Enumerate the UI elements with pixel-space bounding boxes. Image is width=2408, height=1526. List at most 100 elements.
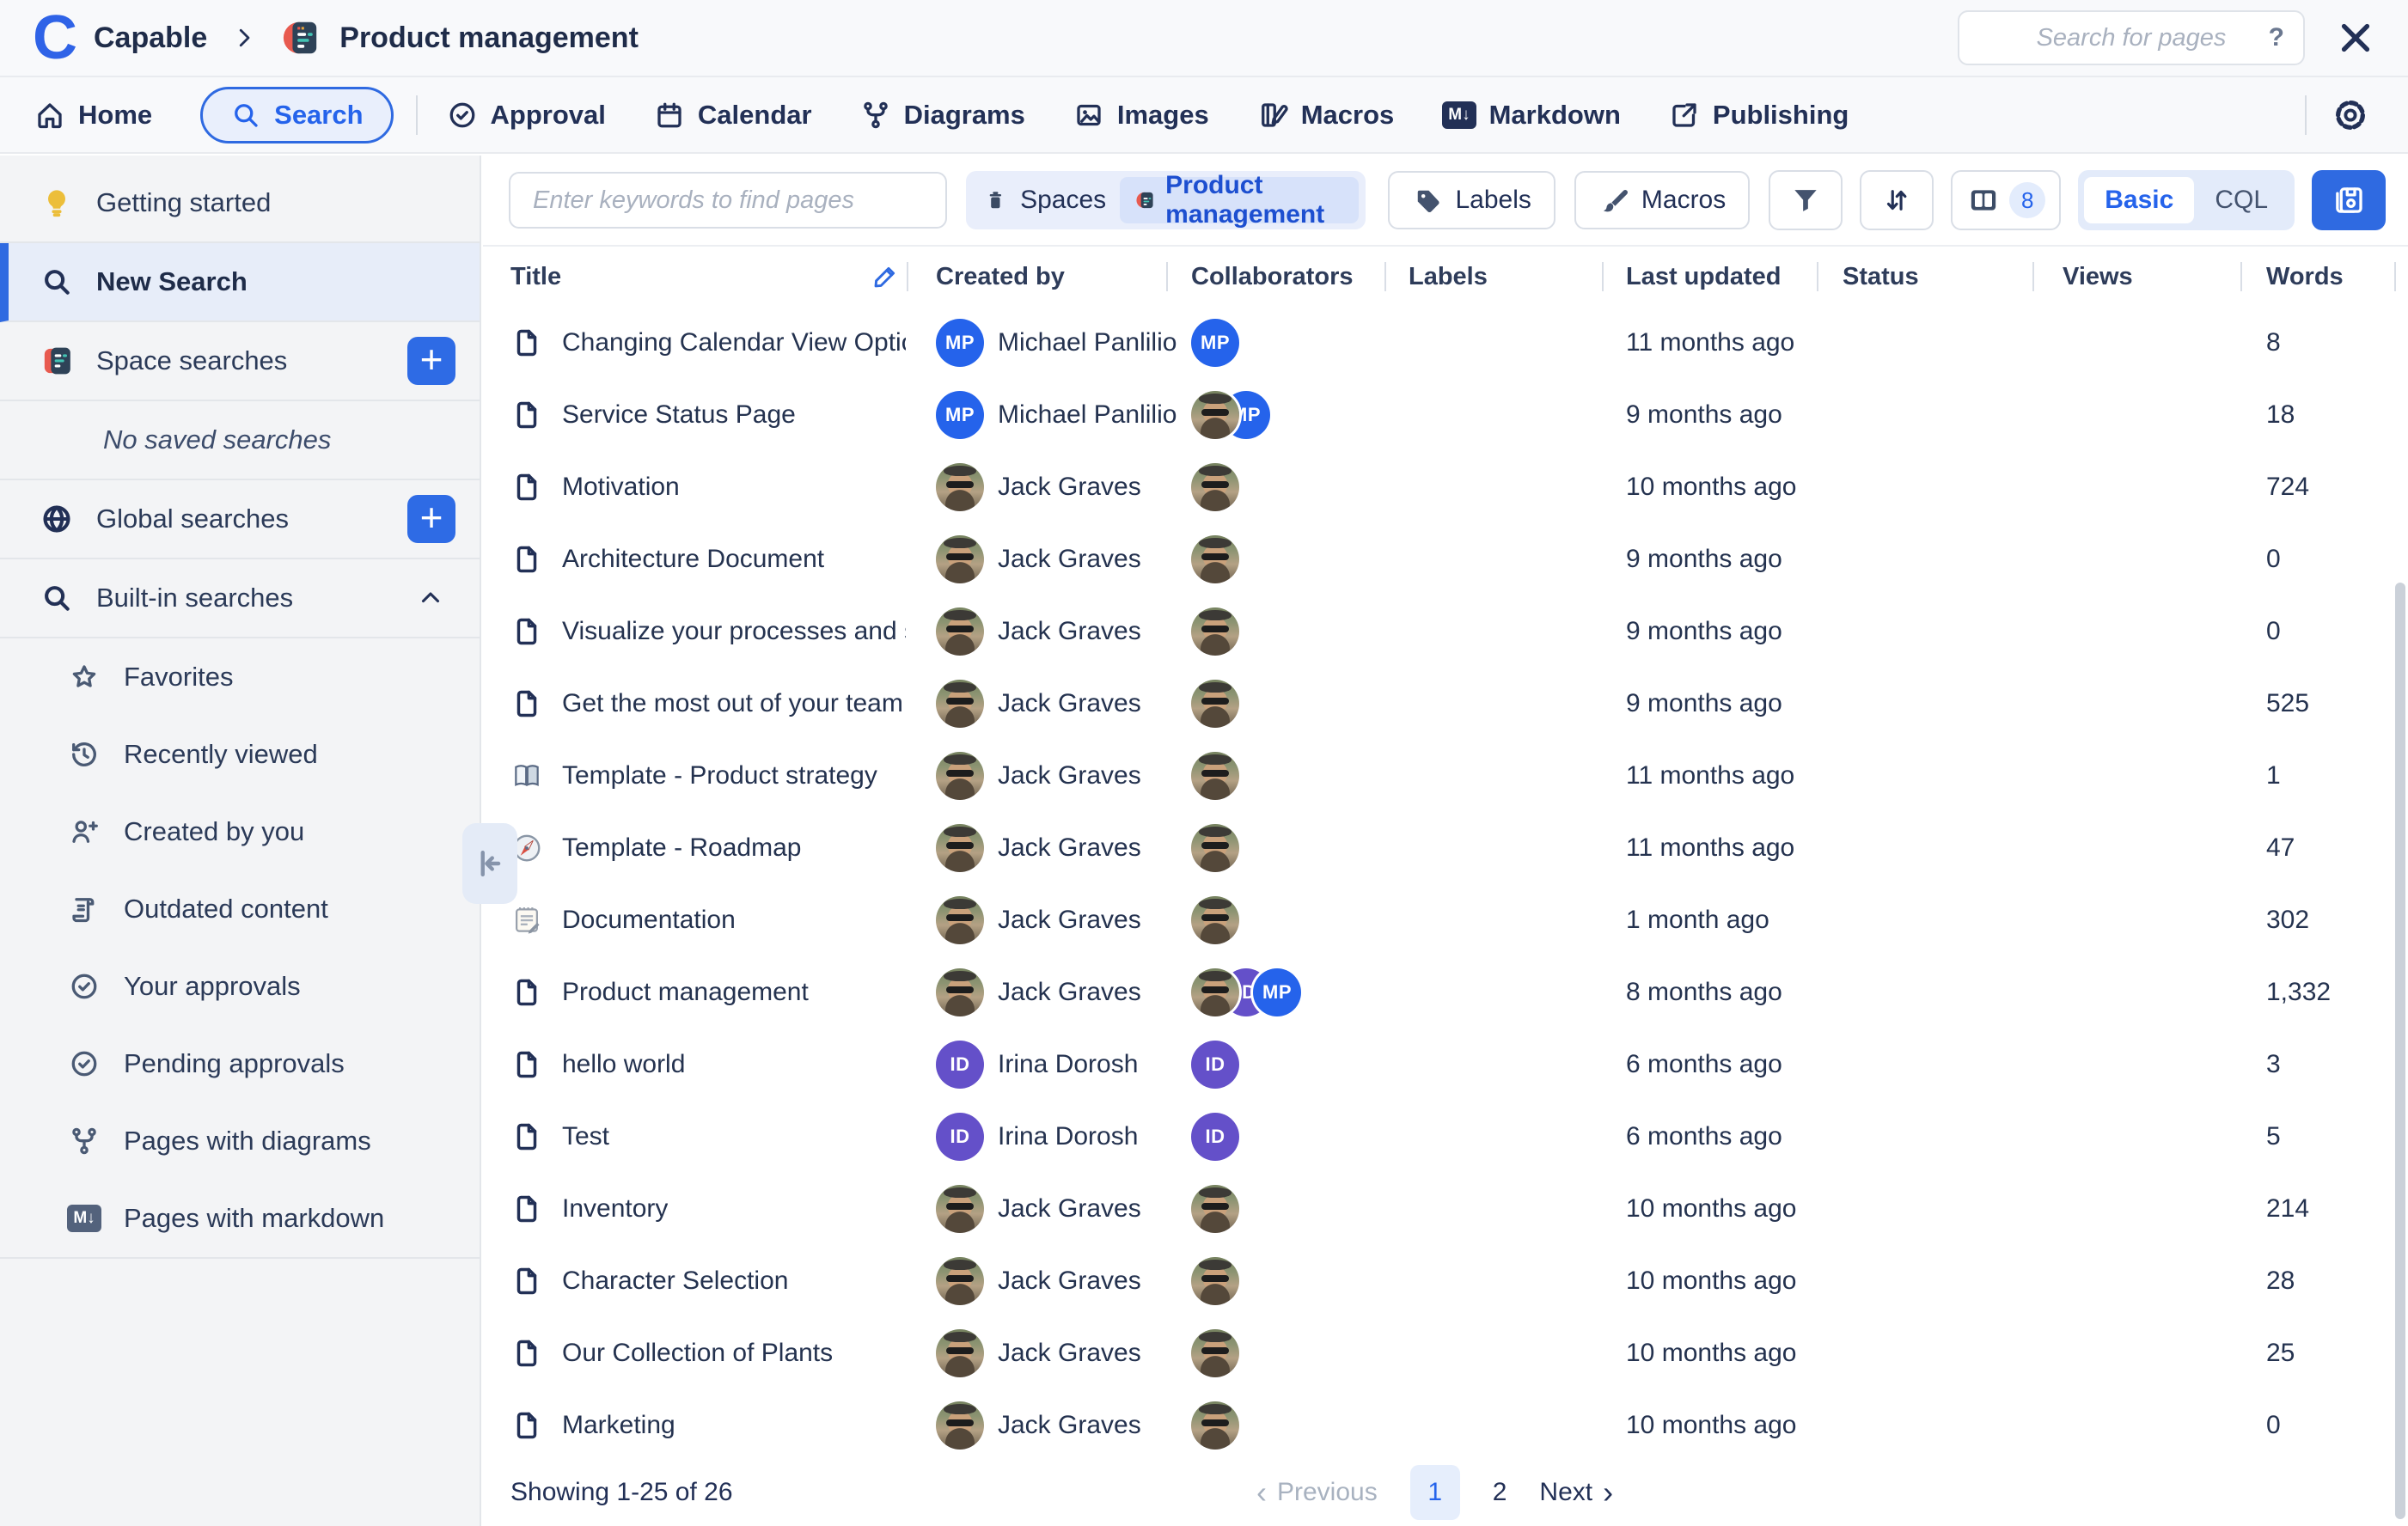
column-header-last-updated[interactable]: Last updated [1626,263,1843,291]
creator-avatar[interactable]: ID [936,1113,984,1161]
page-title[interactable]: Template - Roadmap [562,833,801,863]
page-2-button[interactable]: 2 [1493,1478,1507,1507]
nav-item-markdown[interactable]: M↓ Markdown [1442,100,1621,131]
app-name[interactable]: Capable [94,21,207,55]
sidebar-item-your-approvals[interactable]: Your approvals [0,948,480,1025]
collaborator-avatar[interactable]: MP [1253,968,1301,1016]
page-title[interactable]: Marketing [562,1411,675,1440]
sidebar-item-recently-viewed[interactable]: Recently viewed [0,716,480,793]
table-row[interactable]: Our Collection of Plants Jack Graves 10 … [483,1317,2408,1389]
creator-avatar[interactable] [936,607,984,656]
collaborator-avatar[interactable] [1191,607,1239,656]
edit-title-column-icon[interactable] [871,263,899,297]
collaborator-avatar[interactable] [1191,896,1239,944]
collaborator-avatar[interactable] [1191,391,1239,439]
table-row[interactable]: Changing Calendar View Option MP Michael… [483,307,2408,379]
column-divider[interactable] [1602,262,1604,291]
sidebar-item-pages-with-markdown[interactable]: M↓ Pages with markdown [0,1180,480,1257]
page-title[interactable]: Visualize your processes and st [562,617,906,646]
column-divider[interactable] [1384,262,1386,291]
page-search-box[interactable]: ? [1958,10,2305,65]
mode-basic-option[interactable]: Basic [2084,177,2194,223]
table-row[interactable]: hello world ID Irina Dorosh ID 6 months … [483,1029,2408,1101]
table-row[interactable]: Visualize your processes and st Jack Gra… [483,595,2408,668]
mode-cql-option[interactable]: CQL [2194,177,2289,223]
vertical-scrollbar[interactable] [2395,583,2405,1519]
previous-page-button[interactable]: ‹ Previous [1256,1477,1378,1508]
creator-avatar[interactable] [936,1257,984,1305]
next-page-button[interactable]: Next › [1539,1477,1613,1508]
table-row[interactable]: Test ID Irina Dorosh ID 6 months ago 5 [483,1101,2408,1173]
column-divider[interactable] [2032,262,2034,291]
table-row[interactable]: Documentation Jack Graves 1 month ago 30… [483,884,2408,956]
chevron-up-icon[interactable] [416,583,445,613]
collaborator-avatar[interactable] [1191,535,1239,583]
page-title[interactable]: Product management [562,978,809,1007]
collaborator-avatar[interactable] [1191,968,1239,1016]
nav-item-images[interactable]: Images [1073,100,1209,131]
column-header-labels[interactable]: Labels [1409,263,1626,291]
collaborator-avatar[interactable] [1191,1329,1239,1377]
page-title[interactable]: Motivation [562,473,680,502]
collaborator-avatar[interactable] [1191,1401,1239,1450]
page-title[interactable]: Template - Product strategy [562,761,877,790]
spaces-filter[interactable]: Spaces Product management [966,171,1366,229]
columns-button[interactable]: 8 [1951,170,2061,230]
nav-item-calendar[interactable]: Calendar [654,100,812,131]
table-row[interactable]: Motivation Jack Graves 10 months ago 724 [483,451,2408,523]
labels-filter-button[interactable]: Labels [1388,171,1555,229]
creator-avatar[interactable]: MP [936,319,984,367]
filter-button[interactable] [1769,170,1843,230]
creator-avatar[interactable] [936,896,984,944]
close-icon[interactable] [2336,18,2375,58]
table-row[interactable]: Template - Product strategy Jack Graves … [483,740,2408,812]
collaborator-avatar[interactable] [1191,463,1239,511]
page-title[interactable]: Changing Calendar View Option [562,328,906,357]
creator-avatar[interactable]: MP [936,391,984,439]
creator-avatar[interactable] [936,463,984,511]
breadcrumb-space-name[interactable]: Product management [339,21,639,55]
macros-filter-button[interactable]: Macros [1574,171,1750,229]
nav-item-diagrams[interactable]: Diagrams [860,100,1025,131]
sidebar-item-space-searches[interactable]: Space searches + [0,322,480,401]
creator-avatar[interactable] [936,680,984,728]
column-header-views[interactable]: Views [2063,263,2266,291]
column-header-status[interactable]: Status [1843,263,2063,291]
page-title[interactable]: Get the most out of your team s [562,689,906,718]
collaborator-avatar[interactable]: ID [1191,1113,1239,1161]
table-row[interactable]: Marketing Jack Graves 10 months ago 0 [483,1389,2408,1462]
creator-avatar[interactable] [936,1185,984,1233]
column-header-words[interactable]: Words [2266,263,2408,291]
page-title[interactable]: Our Collection of Plants [562,1339,833,1368]
collaborator-avatar[interactable]: MP [1191,319,1239,367]
sidebar-item-pages-with-diagrams[interactable]: Pages with diagrams [0,1102,480,1180]
sidebar-item-built-in-searches[interactable]: Built-in searches [0,559,480,638]
column-header-created-by[interactable]: Created by [936,263,1191,291]
table-row[interactable]: Product management Jack Graves IDMP 8 mo… [483,956,2408,1029]
sidebar-item-pending-approvals[interactable]: Pending approvals [0,1025,480,1102]
table-row[interactable]: Inventory Jack Graves 10 months ago 214 [483,1173,2408,1245]
sidebar-item-new-search[interactable]: New Search [0,243,480,322]
page-search-input[interactable] [1959,11,2303,64]
nav-item-approval[interactable]: Approval [447,100,606,131]
creator-avatar[interactable]: ID [936,1041,984,1089]
creator-avatar[interactable] [936,1329,984,1377]
table-row[interactable]: Get the most out of your team s Jack Gra… [483,668,2408,740]
column-divider[interactable] [1166,262,1168,291]
collaborator-avatar[interactable] [1191,1185,1239,1233]
page-title[interactable]: Service Status Page [562,400,796,430]
column-divider[interactable] [1817,262,1818,291]
space-filter-chip[interactable]: Product management [1120,177,1359,223]
sort-button[interactable] [1860,170,1934,230]
page-1-button[interactable]: 1 [1410,1465,1460,1520]
column-divider[interactable] [907,262,908,291]
collaborator-avatar[interactable] [1191,752,1239,800]
nav-item-home[interactable]: Home [34,100,152,131]
page-title[interactable]: Inventory [562,1194,668,1224]
page-title[interactable]: hello world [562,1050,685,1079]
table-row[interactable]: Service Status Page MP Michael Panlilio … [483,379,2408,451]
capable-logo-icon[interactable]: C [33,8,75,68]
sidebar-item-getting-started[interactable]: Getting started [0,164,480,243]
creator-avatar[interactable] [936,824,984,872]
column-header-collaborators[interactable]: Collaborators [1191,263,1409,291]
